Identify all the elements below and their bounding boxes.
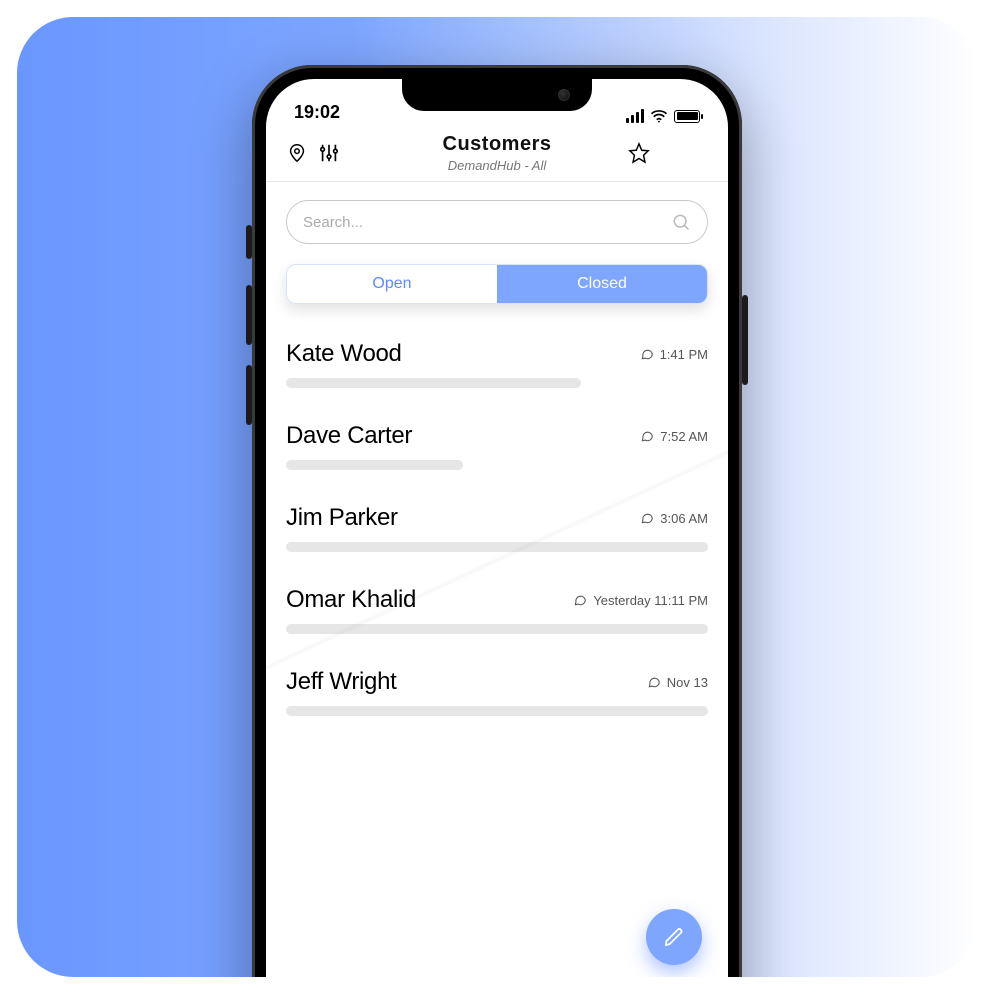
customer-meta: Nov 13: [647, 675, 708, 690]
camera-icon: [558, 89, 570, 101]
customer-list[interactable]: Kate Wood 1:41 PM Dave Carter 7:52 AM Ji…: [266, 312, 728, 830]
message-preview-placeholder: [286, 706, 708, 716]
pencil-icon: [662, 925, 686, 949]
customer-row[interactable]: Omar Khalid Yesterday 11:11 PM: [286, 566, 708, 648]
message-preview-placeholder: [286, 460, 463, 470]
compose-fab[interactable]: [646, 909, 702, 965]
customer-row[interactable]: Jim Parker 3:06 AM: [286, 484, 708, 566]
customer-meta: Yesterday 11:11 PM: [573, 593, 708, 608]
chat-bubble-icon: [640, 429, 654, 443]
search-input[interactable]: Search...: [286, 200, 708, 244]
customer-meta: 3:06 AM: [640, 511, 708, 526]
search-placeholder: Search...: [303, 214, 363, 231]
phone-screen: 19:02: [266, 79, 728, 977]
customer-name: Jeff Wright: [286, 668, 397, 696]
customer-time: 1:41 PM: [660, 347, 708, 362]
customer-row[interactable]: Kate Wood 1:41 PM: [286, 320, 708, 402]
page-subtitle: DemandHub - All: [366, 158, 628, 173]
customer-time: 3:06 AM: [660, 511, 708, 526]
phone-notch: [402, 79, 592, 111]
search-icon: [671, 212, 691, 232]
customer-name: Omar Khalid: [286, 586, 416, 614]
star-icon[interactable]: [628, 142, 650, 164]
customer-row[interactable]: Jeff Wright Nov 13: [286, 648, 708, 730]
location-pin-icon[interactable]: [286, 142, 308, 164]
customer-row[interactable]: Dave Carter 7:52 AM: [286, 402, 708, 484]
customer-time: Nov 13: [667, 675, 708, 690]
status-tabs: Open Closed: [286, 264, 708, 304]
customer-time: Yesterday 11:11 PM: [593, 593, 708, 608]
chat-bubble-icon: [573, 593, 587, 607]
customer-name: Kate Wood: [286, 340, 402, 368]
app-header: Customers DemandHub - All: [266, 127, 728, 182]
battery-icon: [674, 110, 700, 123]
customer-name: Jim Parker: [286, 504, 398, 532]
message-preview-placeholder: [286, 378, 581, 388]
app-card: 19:02: [17, 17, 977, 977]
chat-bubble-icon: [647, 675, 661, 689]
page-title: Customers: [366, 133, 628, 156]
message-preview-placeholder: [286, 542, 708, 552]
filter-sliders-icon[interactable]: [318, 142, 340, 164]
wifi-icon: [650, 109, 668, 123]
tab-closed[interactable]: Closed: [497, 265, 707, 303]
phone-frame: 19:02: [252, 65, 742, 977]
status-time: 19:02: [294, 102, 340, 123]
chat-bubble-icon: [640, 511, 654, 525]
customer-meta: 1:41 PM: [640, 347, 708, 362]
customer-meta: 7:52 AM: [640, 429, 708, 444]
tab-open[interactable]: Open: [287, 265, 497, 303]
customer-time: 7:52 AM: [660, 429, 708, 444]
signal-icon: [626, 109, 644, 123]
message-preview-placeholder: [286, 624, 708, 634]
chat-bubble-icon: [640, 347, 654, 361]
customer-name: Dave Carter: [286, 422, 412, 450]
